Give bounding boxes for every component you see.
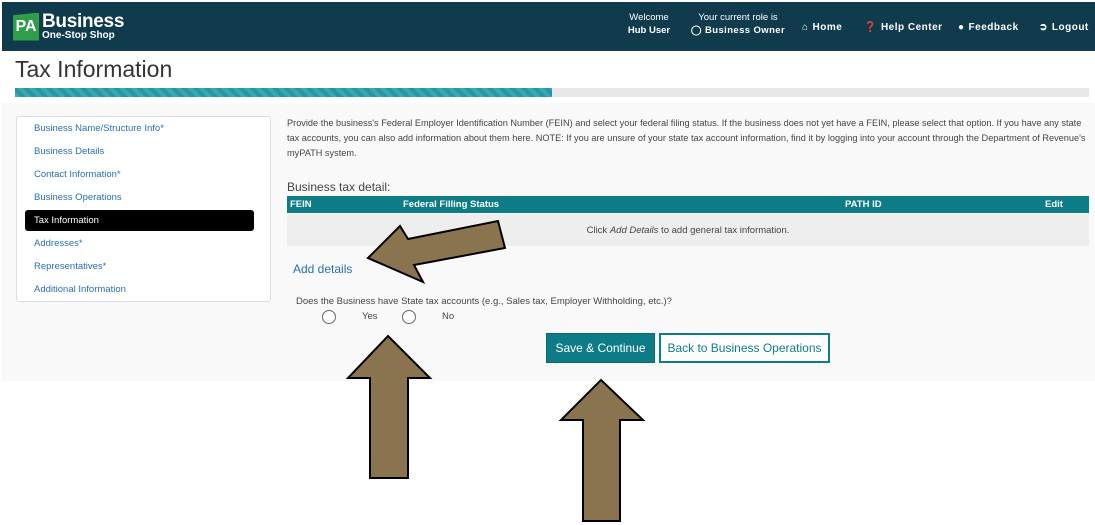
up-arrow-radio: [345, 334, 433, 479]
up-arrow-save: [558, 378, 646, 522]
left-pointing-arrow: [366, 219, 507, 285]
annotation-arrows: [345, 219, 646, 522]
